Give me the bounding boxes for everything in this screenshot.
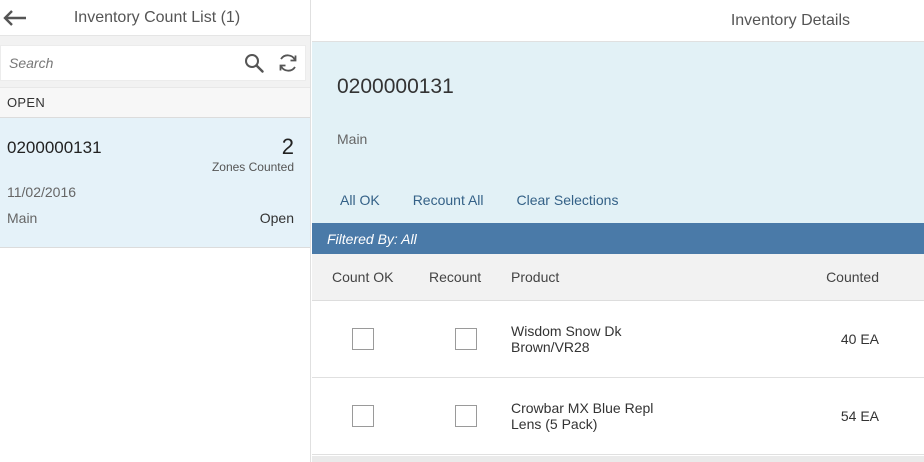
status: Open [259, 210, 294, 226]
location: Main [7, 210, 38, 226]
search-icon [245, 53, 264, 73]
product-cell: Wisdom Snow Dk Brown/VR28 [511, 323, 741, 355]
count-date: 11/02/2016 [7, 184, 77, 200]
search-field [0, 44, 306, 81]
zones-counted-label: Zones Counted [211, 160, 294, 174]
product-name-line2: Lens (5 Pack) [511, 416, 598, 432]
table-row[interactable]: Wisdom Snow Dk Brown/VR28 40 EA [312, 301, 924, 378]
recount-checkbox[interactable] [455, 405, 477, 427]
search-input[interactable] [1, 45, 237, 80]
count-ok-checkbox[interactable] [352, 405, 374, 427]
footer-edge [312, 456, 924, 462]
recount-cell [417, 405, 511, 427]
product-cell: Crowbar MX Blue Repl Lens (5 Pack) [511, 400, 741, 432]
count-ok-cell [312, 405, 417, 427]
inventory-number: 0200000131 [7, 138, 102, 157]
group-header-open: OPEN [0, 88, 310, 118]
recount-cell [417, 328, 511, 350]
object-header: 0200000131 Main All OK Recount All Clear… [312, 42, 924, 223]
zones-counted-value: 2 [281, 134, 294, 159]
column-count-ok: Count OK [332, 269, 394, 285]
count-ok-checkbox[interactable] [352, 328, 374, 350]
app: Inventory Count List (1) Search OPEN 020… [0, 0, 924, 462]
count-ok-cell [312, 328, 417, 350]
product-name-line1: Wisdom Snow Dk [511, 323, 622, 339]
refresh-button[interactable] [271, 46, 305, 80]
arrow-left-icon [3, 9, 26, 26]
master-title: Inventory Count List (1) [73, 8, 241, 26]
column-counted: Counted [826, 269, 879, 285]
search-bar [0, 36, 310, 88]
master-header: Inventory Count List (1) [0, 0, 310, 36]
search-button[interactable] [237, 46, 271, 80]
counted-cell: 54 EA [840, 408, 879, 424]
table-row[interactable]: Crowbar MX Blue Repl Lens (5 Pack) 54 EA [312, 378, 924, 455]
refresh-icon [279, 53, 297, 72]
detail-title: Inventory Details [312, 0, 924, 42]
table-header: Count OK Recount Product Counted [312, 254, 924, 301]
object-subtitle: Main [337, 131, 368, 147]
object-title: 0200000131 [337, 75, 454, 98]
product-name-line2: Brown/VR28 [511, 339, 590, 355]
detail-panel: Inventory Details 0200000131 Main All OK… [312, 0, 924, 462]
column-recount: Recount [429, 269, 482, 285]
product-name-line1: Crowbar MX Blue Repl [511, 400, 654, 416]
recount-all-button[interactable]: Recount All [413, 192, 484, 208]
list-item[interactable]: 0200000131 2 Zones Counted 11/02/2016 Ma… [0, 118, 310, 248]
column-product: Product [511, 269, 560, 285]
clear-selections-button[interactable]: Clear Selections [517, 192, 619, 208]
filter-info-bar: Filtered By: All [312, 223, 924, 254]
action-bar: All OK Recount All Clear Selections [340, 192, 651, 208]
back-button[interactable] [0, 0, 30, 36]
counted-cell: 40 EA [840, 331, 879, 347]
recount-checkbox[interactable] [455, 328, 477, 350]
master-panel: Inventory Count List (1) Search OPEN 020… [0, 0, 311, 462]
all-ok-button[interactable]: All OK [340, 192, 380, 208]
